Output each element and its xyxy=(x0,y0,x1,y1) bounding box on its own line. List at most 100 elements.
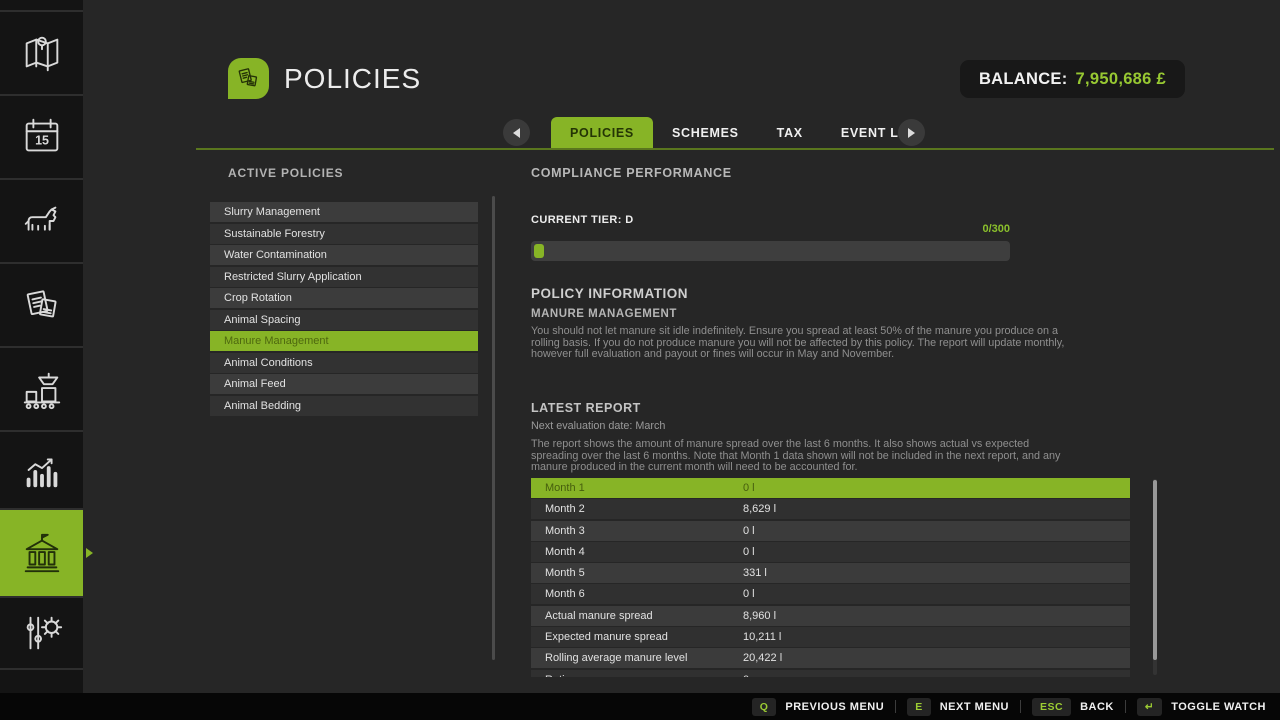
compliance-progress-bar xyxy=(531,241,1010,261)
report-table-row[interactable]: Expected manure spread 10,211 l xyxy=(531,627,1130,647)
shortcut-label: NEXT MENU xyxy=(940,701,1009,713)
active-policies-heading: ACTIVE POLICIES xyxy=(228,166,478,180)
tab[interactable]: SCHEMES xyxy=(653,117,758,148)
key-badge: ↵ xyxy=(1137,698,1162,716)
row-label: Month 3 xyxy=(545,525,585,537)
next-evaluation-date: Next evaluation date: March xyxy=(531,420,665,432)
row-value: 20,422 l xyxy=(743,652,782,664)
page-icon-policies xyxy=(228,58,269,99)
sidebar-item-animals[interactable] xyxy=(0,180,83,262)
shortcut-item[interactable]: E NEXT MENU xyxy=(895,698,1009,716)
policy-list-scrollbar[interactable] xyxy=(492,196,495,660)
compliance-progress-value: 0/300 xyxy=(982,223,1010,235)
key-badge: E xyxy=(907,698,931,716)
policy-detail-content: COMPLIANCE PERFORMANCE CURRENT TIER: D 0… xyxy=(531,160,1130,685)
active-policies-list: Slurry ManagementSustainable ForestryWat… xyxy=(210,202,478,416)
bank-icon xyxy=(19,530,65,576)
cow-icon xyxy=(19,198,65,244)
policy-list-item[interactable]: Crop Rotation xyxy=(210,288,478,308)
policies-screen: 15 xyxy=(0,0,1280,720)
scrollbar-thumb[interactable] xyxy=(1153,480,1157,660)
row-value: 0 l xyxy=(743,525,755,537)
active-policies-panel: ACTIVE POLICIES Slurry ManagementSustain… xyxy=(210,166,478,417)
row-label: Month 2 xyxy=(545,503,585,515)
tab-prev-button[interactable] xyxy=(503,119,530,146)
settings-sliders-gear-icon xyxy=(19,610,65,656)
policy-list-item[interactable]: Sustainable Forestry xyxy=(210,224,478,244)
shortcut-label: TOGGLE WATCH xyxy=(1171,701,1266,713)
documents-icon xyxy=(235,65,262,92)
report-description: The report shows the amount of manure sp… xyxy=(531,439,1076,474)
report-table-row[interactable]: Rolling average manure level 20,422 l xyxy=(531,648,1130,668)
sidebar-item-partial xyxy=(0,0,83,10)
row-value: 10,211 l xyxy=(743,631,781,643)
tab[interactable]: POLICIES xyxy=(551,117,653,148)
sidebar-item-map[interactable] xyxy=(0,12,83,94)
shortcut-item[interactable]: Q PREVIOUS MENU xyxy=(752,698,884,716)
report-table-scrollbar[interactable] xyxy=(1153,479,1157,675)
report-table-row[interactable]: Month 2 8,629 l xyxy=(531,499,1130,519)
report-table-row[interactable]: Month 4 0 l xyxy=(531,542,1130,562)
balance-label: BALANCE: xyxy=(979,70,1068,89)
balance-badge: BALANCE: 7,950,686 £ xyxy=(960,60,1185,98)
calendar-icon: 15 xyxy=(19,114,65,160)
report-table-row[interactable]: Month 5 331 l xyxy=(531,563,1130,583)
sidebar-item-settings[interactable] xyxy=(0,598,83,668)
compliance-heading: COMPLIANCE PERFORMANCE xyxy=(531,166,732,180)
policy-list-item[interactable]: Restricted Slurry Application xyxy=(210,267,478,287)
row-label: Month 5 xyxy=(545,567,585,579)
sidebar-item-statistics[interactable] xyxy=(0,432,83,508)
sidebar-item-calendar[interactable]: 15 xyxy=(0,96,83,178)
policy-description: You should not let manure sit idle indef… xyxy=(531,326,1076,361)
statistics-icon xyxy=(19,447,65,493)
row-label: Month 1 xyxy=(545,482,585,494)
sidebar-item-finances[interactable] xyxy=(0,264,83,346)
tabs-underline xyxy=(196,148,1274,150)
sidebar-item-production[interactable] xyxy=(0,348,83,430)
report-table-row[interactable]: Rating 0 xyxy=(531,670,1130,677)
tab-bar: POLICIESSCHEMESTAXEVENT LOG xyxy=(551,117,938,148)
row-value: 8,960 l xyxy=(743,610,776,622)
chevron-left-icon xyxy=(513,128,520,138)
row-label: Rating xyxy=(545,674,577,677)
row-label: Month 6 xyxy=(545,588,585,600)
policy-list-item[interactable]: Water Contamination xyxy=(210,245,478,265)
policy-list-item[interactable]: Manure Management xyxy=(210,331,478,351)
row-value: 0 l xyxy=(743,546,755,558)
row-value: 0 l xyxy=(743,588,755,600)
tab[interactable]: TAX xyxy=(758,117,822,148)
policy-list-item[interactable]: Animal Feed xyxy=(210,374,478,394)
shortcut-label: BACK xyxy=(1080,701,1114,713)
current-tier-label: CURRENT TIER: D xyxy=(531,214,634,226)
row-value: 331 l xyxy=(743,567,767,579)
shortcut-item[interactable]: ESC BACK xyxy=(1020,698,1114,716)
sidebar: 15 xyxy=(0,0,83,693)
row-value: 0 xyxy=(743,674,749,677)
production-icon xyxy=(19,366,65,412)
chevron-right-icon xyxy=(908,128,915,138)
latest-report-heading: LATEST REPORT xyxy=(531,401,641,415)
policy-list-item[interactable]: Animal Bedding xyxy=(210,396,478,416)
report-table-row[interactable]: Month 6 0 l xyxy=(531,584,1130,604)
row-value: 0 l xyxy=(743,482,755,494)
tab-next-button[interactable] xyxy=(898,119,925,146)
row-label: Expected manure spread xyxy=(545,631,668,643)
bottom-bar: Q PREVIOUS MENU E NEXT MENU ESC BACK ↵ T… xyxy=(0,693,1280,720)
row-label: Actual manure spread xyxy=(545,610,653,622)
policy-name-subheading: MANURE MANAGEMENT xyxy=(531,308,677,320)
key-badge: ESC xyxy=(1032,698,1071,716)
documents-icon xyxy=(19,282,65,328)
policy-list-item[interactable]: Animal Conditions xyxy=(210,353,478,373)
policy-list-item[interactable]: Slurry Management xyxy=(210,202,478,222)
report-table-row[interactable]: Month 1 0 l xyxy=(531,478,1130,498)
compliance-progress-fill xyxy=(534,244,544,258)
report-table-row[interactable]: Month 3 0 l xyxy=(531,521,1130,541)
policy-information-heading: POLICY INFORMATION xyxy=(531,286,688,301)
sidebar-item-policies[interactable] xyxy=(0,510,83,596)
report-table-row[interactable]: Actual manure spread 8,960 l xyxy=(531,606,1130,626)
shortcut-item[interactable]: ↵ TOGGLE WATCH xyxy=(1125,698,1266,716)
policy-list-item[interactable]: Animal Spacing xyxy=(210,310,478,330)
row-label: Month 4 xyxy=(545,546,585,558)
row-label: Rolling average manure level xyxy=(545,652,687,664)
balance-value: 7,950,686 £ xyxy=(1076,70,1166,89)
